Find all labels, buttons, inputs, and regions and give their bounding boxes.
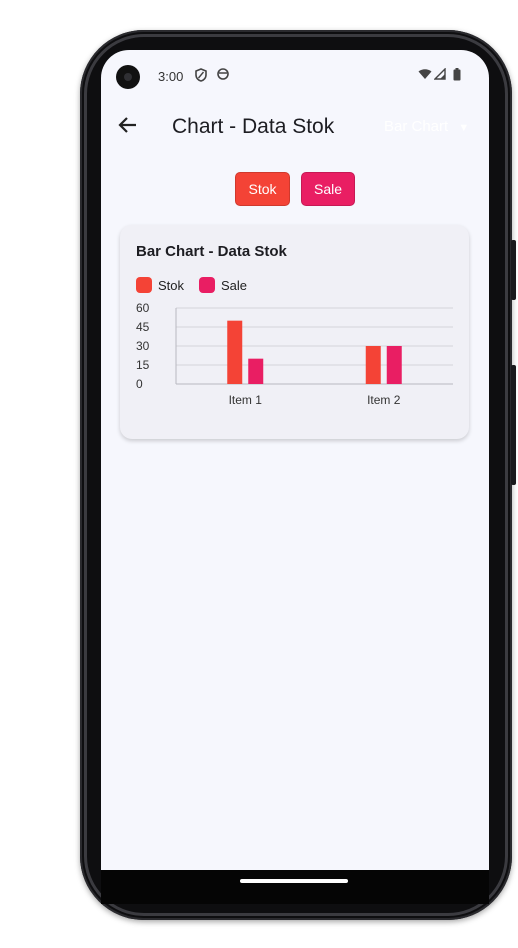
camera-icon xyxy=(116,65,140,89)
navigation-bar xyxy=(101,870,489,904)
app-bar: Chart - Data Stok Bar Chart ▼ xyxy=(101,102,489,154)
face-icon xyxy=(217,68,229,83)
y-tick-label: 15 xyxy=(136,358,150,372)
chart-type-dropdown[interactable]: Bar Chart ▼ xyxy=(384,118,469,135)
legend-label-stok: Stok xyxy=(158,277,185,293)
bar-stok-1 xyxy=(227,320,243,384)
stok-button-label: Stok xyxy=(248,181,277,197)
bar-sale-2 xyxy=(386,346,402,384)
x-tick-label: Item 1 xyxy=(229,393,263,407)
chart-type-dropdown-value: Bar Chart xyxy=(384,118,449,135)
shield-icon xyxy=(195,68,207,85)
stok-button[interactable]: Stok xyxy=(235,172,290,206)
y-tick-label: 0 xyxy=(136,377,143,391)
signal-icon xyxy=(433,67,446,83)
legend-item-stok: Stok xyxy=(136,277,184,293)
y-tick-label: 60 xyxy=(136,301,150,315)
status-bar: 3:00 xyxy=(101,50,489,102)
page-title: Chart - Data Stok xyxy=(172,115,335,138)
caret-down-icon: ▼ xyxy=(458,122,470,134)
legend-swatch-stok xyxy=(136,277,152,293)
legend-label-sale: Sale xyxy=(221,277,248,293)
bar-chart: 60 45 30 15 0 Item 1 Item 2 xyxy=(136,301,453,407)
y-tick-label: 45 xyxy=(136,320,150,334)
battery-icon xyxy=(453,68,461,84)
chart-card: Bar Chart - Data Stok Stok Sale 60 45 30 15… xyxy=(120,225,469,439)
sale-button-label: Sale xyxy=(313,181,343,197)
screen: 3:00 Chart - Data Stok Bar Chart ▼ Stok … xyxy=(101,50,489,870)
bar-stok-2 xyxy=(365,346,381,384)
card-title: Bar Chart - Data Stok xyxy=(136,243,287,260)
volume-button xyxy=(511,240,516,300)
sale-button[interactable]: Sale xyxy=(301,172,355,206)
wifi-icon xyxy=(418,68,432,83)
power-button xyxy=(511,365,516,485)
status-time: 3:00 xyxy=(158,69,184,84)
x-tick-label: Item 2 xyxy=(367,393,401,407)
bar-sale-1 xyxy=(248,358,264,384)
home-indicator[interactable] xyxy=(240,879,348,883)
y-tick-label: 30 xyxy=(136,339,150,353)
back-icon[interactable] xyxy=(117,114,139,141)
legend-swatch-sale xyxy=(199,277,215,293)
legend-item-sale: Sale xyxy=(199,277,247,293)
